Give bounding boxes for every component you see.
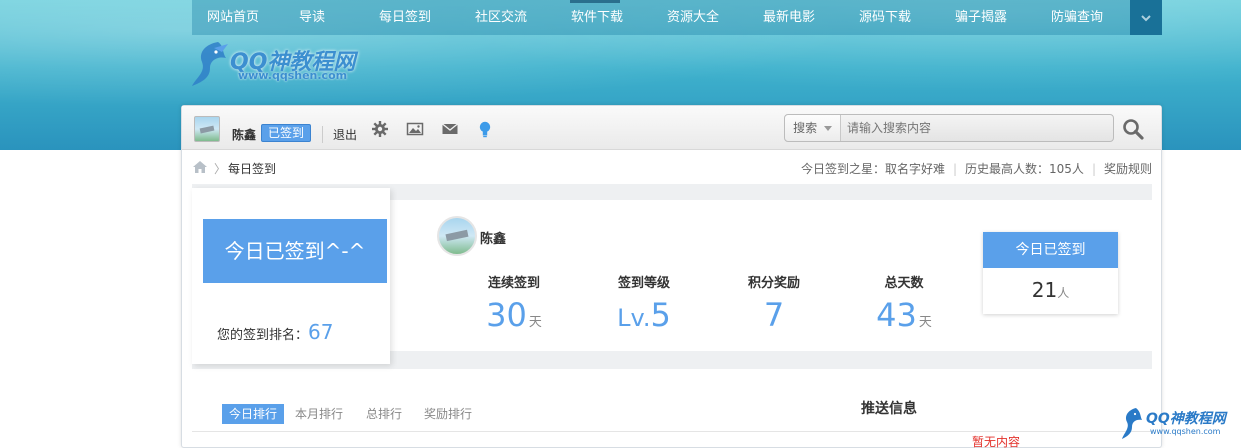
main-nav: 网站首页 导读 每日签到 社区交流 软件下载 资源大全 最新电影 源码下载 骗子… (192, 0, 1162, 35)
corner-logo-title: QQ神教程网 (1146, 411, 1226, 427)
signin-rank: 您的签到排名：67 (217, 320, 333, 344)
nav-item-community[interactable]: 社区交流 (466, 0, 536, 35)
search-type-select[interactable]: 搜索 (785, 115, 841, 141)
nav-item-software[interactable]: 软件下载 (562, 0, 632, 35)
nav-item-source-code[interactable]: 源码下载 (850, 0, 920, 35)
tab-month-ranking[interactable]: 本月排行 (288, 404, 350, 424)
stats-avatar[interactable] (437, 216, 477, 256)
stat-value: 43 (876, 296, 917, 334)
stat-consecutive: 连续签到 30 天 (459, 272, 569, 341)
user-toolbar: 陈鑫 已签到 退出 搜索 (182, 106, 1161, 150)
stat-unit: 天 (918, 315, 932, 330)
stat-value: 5 (650, 296, 671, 334)
toolbar-username[interactable]: 陈鑫 (232, 126, 256, 143)
reward-rules-link[interactable]: 奖励规则 (1104, 162, 1152, 176)
breadcrumb-info: 今日签到之星：取名字好难 | 历史最高人数：105人 | 奖励规则 (800, 162, 1152, 176)
gear-icon[interactable] (371, 120, 389, 138)
corner-logo[interactable]: QQ神教程网 www.qqshen.com (1120, 404, 1238, 444)
today-signed-title: 今日已签到 (983, 232, 1118, 268)
logo-url: www.qqshen.com (238, 69, 348, 82)
lightbulb-icon[interactable] (476, 120, 494, 138)
stat-value: 30 (486, 296, 527, 334)
dragon-icon (1122, 408, 1142, 439)
nav-item-daily-signin[interactable]: 每日签到 (370, 0, 440, 35)
caret-down-icon (823, 126, 832, 131)
dragon-icon (192, 42, 228, 86)
nav-item-guide[interactable]: 导读 (292, 0, 332, 35)
stat-label: 签到等级 (617, 276, 670, 291)
push-empty-text: 暂无内容 (972, 435, 1021, 448)
nav-item-scam-check[interactable]: 防骗查询 (1042, 0, 1112, 35)
stat-unit: 天 (528, 315, 542, 330)
avatar[interactable] (194, 116, 220, 142)
breadcrumb-separator: 〉 (214, 162, 227, 176)
corner-logo-url: www.qqshen.com (1150, 427, 1221, 436)
logout-link[interactable]: 退出 (322, 126, 357, 143)
breadcrumb-current: 每日签到 (228, 162, 277, 176)
image-icon[interactable] (406, 120, 424, 138)
rank-value: 67 (308, 320, 334, 344)
signed-badge[interactable]: 已签到 (261, 124, 312, 142)
home-icon[interactable] (192, 160, 208, 174)
stat-label: 连续签到 (487, 276, 540, 291)
tabs-underline (192, 431, 1152, 432)
nav-item-home[interactable]: 网站首页 (200, 0, 266, 35)
nav-item-resources[interactable]: 资源大全 (658, 0, 728, 35)
stat-prefix: Lv. (617, 304, 651, 332)
tab-today-ranking[interactable]: 今日排行 (222, 404, 285, 424)
stat-points: 积分奖励 7 (719, 272, 829, 333)
nav-item-movies[interactable]: 最新电影 (754, 0, 824, 35)
stat-value: 7 (763, 296, 785, 334)
stat-label: 积分奖励 (747, 276, 800, 291)
search-icon[interactable] (1122, 118, 1144, 140)
tab-reward-ranking[interactable]: 奖励排行 (417, 404, 479, 424)
stats-username: 陈鑫 (480, 232, 507, 247)
nav-item-scam-expose[interactable]: 骗子揭露 (946, 0, 1016, 35)
breadcrumb: 〉 每日签到 今日签到之星：取名字好难 | 历史最高人数：105人 | 奖励规则 (192, 158, 1152, 178)
search-type-label: 搜索 (793, 121, 818, 135)
today-signed-unit: 人 (1057, 286, 1070, 300)
stat-label: 总天数 (884, 276, 924, 291)
rank-label: 您的签到排名： (217, 328, 309, 343)
stat-total-days: 总天数 43 天 (849, 272, 959, 341)
search-box: 搜索 (784, 114, 1114, 142)
signin-card: 今日已签到^-^ 您的签到排名：67 (192, 188, 390, 364)
search-input[interactable] (843, 116, 1111, 140)
mail-icon[interactable] (441, 120, 459, 138)
history-max-label: 历史最高人数：105人 (965, 162, 1084, 176)
signin-panel: 陈鑫 已签到 退出 搜索 请输入搜索内容 〉 每日签到 今日签到之星：取名字好难… (181, 105, 1162, 448)
today-signed-count: 21 (1031, 278, 1058, 302)
push-info-title: 推送信息 (861, 401, 917, 417)
signin-button[interactable]: 今日已签到^-^ (203, 219, 387, 283)
tab-total-ranking[interactable]: 总排行 (359, 404, 409, 424)
stat-level: 签到等级 Lv.5 (589, 272, 699, 336)
today-star-label: 今日签到之星：取名字好难 (800, 162, 945, 176)
today-signed-box: 今日已签到 21人 (983, 232, 1118, 314)
